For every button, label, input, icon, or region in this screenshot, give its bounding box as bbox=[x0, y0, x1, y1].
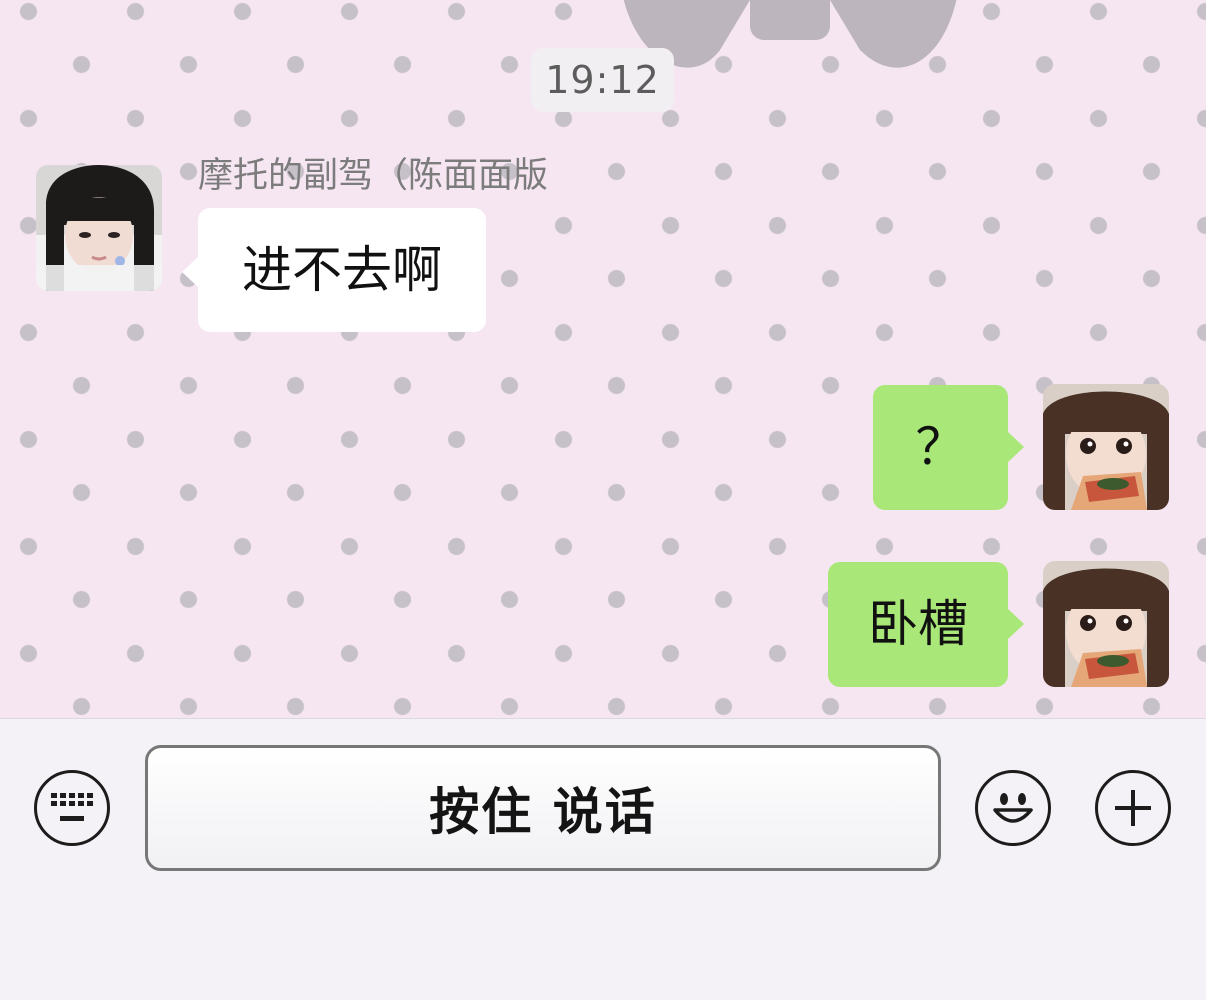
hold-to-talk-button[interactable]: 按住 说话 bbox=[145, 745, 941, 871]
message-timestamp: 19:12 bbox=[531, 48, 674, 112]
sender-avatar[interactable] bbox=[36, 165, 162, 291]
keyboard-icon bbox=[51, 793, 93, 821]
more-options-button[interactable] bbox=[1095, 770, 1171, 846]
sender-name: 摩托的副驾（陈面面版 bbox=[198, 156, 549, 196]
message-text: ？ bbox=[915, 418, 966, 476]
emoji-button[interactable] bbox=[975, 770, 1051, 846]
message-text: 卧槽 bbox=[868, 595, 968, 653]
outgoing-message-bubble[interactable]: ？ bbox=[873, 385, 1024, 510]
my-avatar[interactable] bbox=[1043, 561, 1169, 687]
outgoing-message-bubble[interactable]: 卧槽 bbox=[828, 562, 1024, 687]
keyboard-toggle-button[interactable] bbox=[34, 770, 110, 846]
my-avatar[interactable] bbox=[1043, 384, 1169, 510]
plus-icon bbox=[1115, 790, 1151, 826]
input-bar: 按住 说话 bbox=[0, 718, 1206, 1000]
emoji-icon bbox=[993, 793, 1033, 823]
chat-area[interactable]: 19:12 摩托的副驾（陈面面版 进不去啊 ？ 卧槽 bbox=[0, 0, 1206, 718]
message-text: 进不去啊 bbox=[242, 241, 442, 299]
incoming-message-bubble[interactable]: 进不去啊 bbox=[182, 208, 486, 332]
